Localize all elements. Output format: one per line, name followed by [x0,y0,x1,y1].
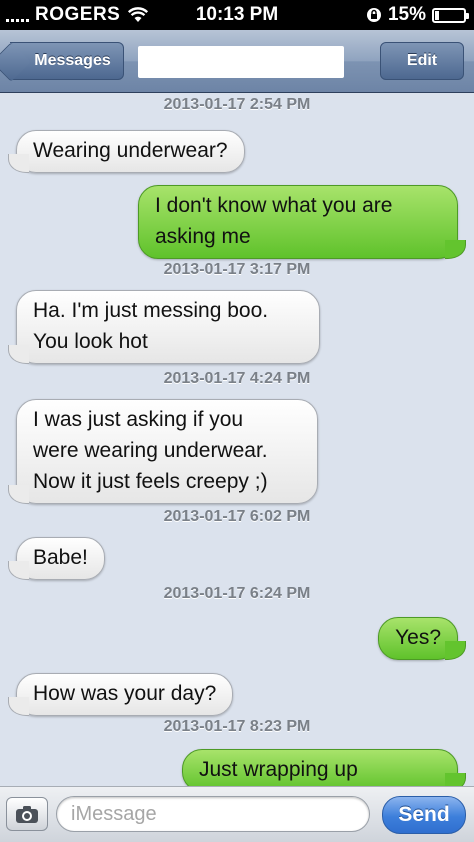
status-bar: ROGERS 10:13 PM 15% [0,0,474,30]
message-thread[interactable]: 2013-01-17 2:54 PM Wearing underwear? I … [0,93,474,786]
outgoing-message[interactable]: Just wrapping up [182,749,466,786]
imessage-input[interactable] [56,796,370,832]
incoming-message[interactable]: How was your day? [7,673,234,716]
message-text: Yes? [395,626,441,649]
incoming-message[interactable]: I was just asking if you were wearing un… [8,399,318,504]
edit-button-label: Edit [406,52,438,69]
message-text: Ha. I'm just messing boo. You look hot [33,299,269,353]
rotation-lock-icon [366,8,381,22]
outgoing-message[interactable]: I don't know what you are asking me [138,185,466,259]
compose-bar: Send [0,786,474,842]
timestamp: 2013-01-17 8:23 PM [163,718,311,735]
message-text: Just wrapping up [199,758,358,781]
message-text: I don't know what you are asking me [155,194,393,248]
camera-icon [16,805,38,823]
timestamp: 2013-01-17 4:24 PM [163,370,311,387]
battery-icon [432,7,469,23]
message-text: Wearing underwear? [33,139,228,162]
back-button-label: Messages [34,52,111,69]
camera-button[interactable] [6,797,48,831]
edit-button[interactable]: Edit [380,42,464,80]
send-button[interactable]: Send [382,796,466,834]
timestamp: 2013-01-17 6:24 PM [163,585,311,602]
message-text: How was your day? [33,682,217,705]
timestamp: 2013-01-17 2:54 PM [163,96,311,113]
incoming-message[interactable]: Ha. I'm just messing boo. You look hot [8,290,320,364]
outgoing-message[interactable]: Yes? [378,617,466,660]
incoming-message[interactable]: Wearing underwear? [8,130,245,173]
back-to-messages-button[interactable]: Messages [10,42,124,80]
contact-name-redacted [138,46,344,78]
battery-percent: 15% [387,4,426,25]
message-text: Babe! [33,546,88,569]
timestamp: 2013-01-17 6:02 PM [163,508,311,525]
message-text: I was just asking if you were wearing un… [33,408,268,493]
navigation-bar: Messages Edit [0,30,474,93]
send-button-label: Send [398,803,450,826]
incoming-message[interactable]: Babe! [8,537,105,580]
battery-level-fill [435,10,439,20]
timestamp: 2013-01-17 3:17 PM [163,261,311,278]
